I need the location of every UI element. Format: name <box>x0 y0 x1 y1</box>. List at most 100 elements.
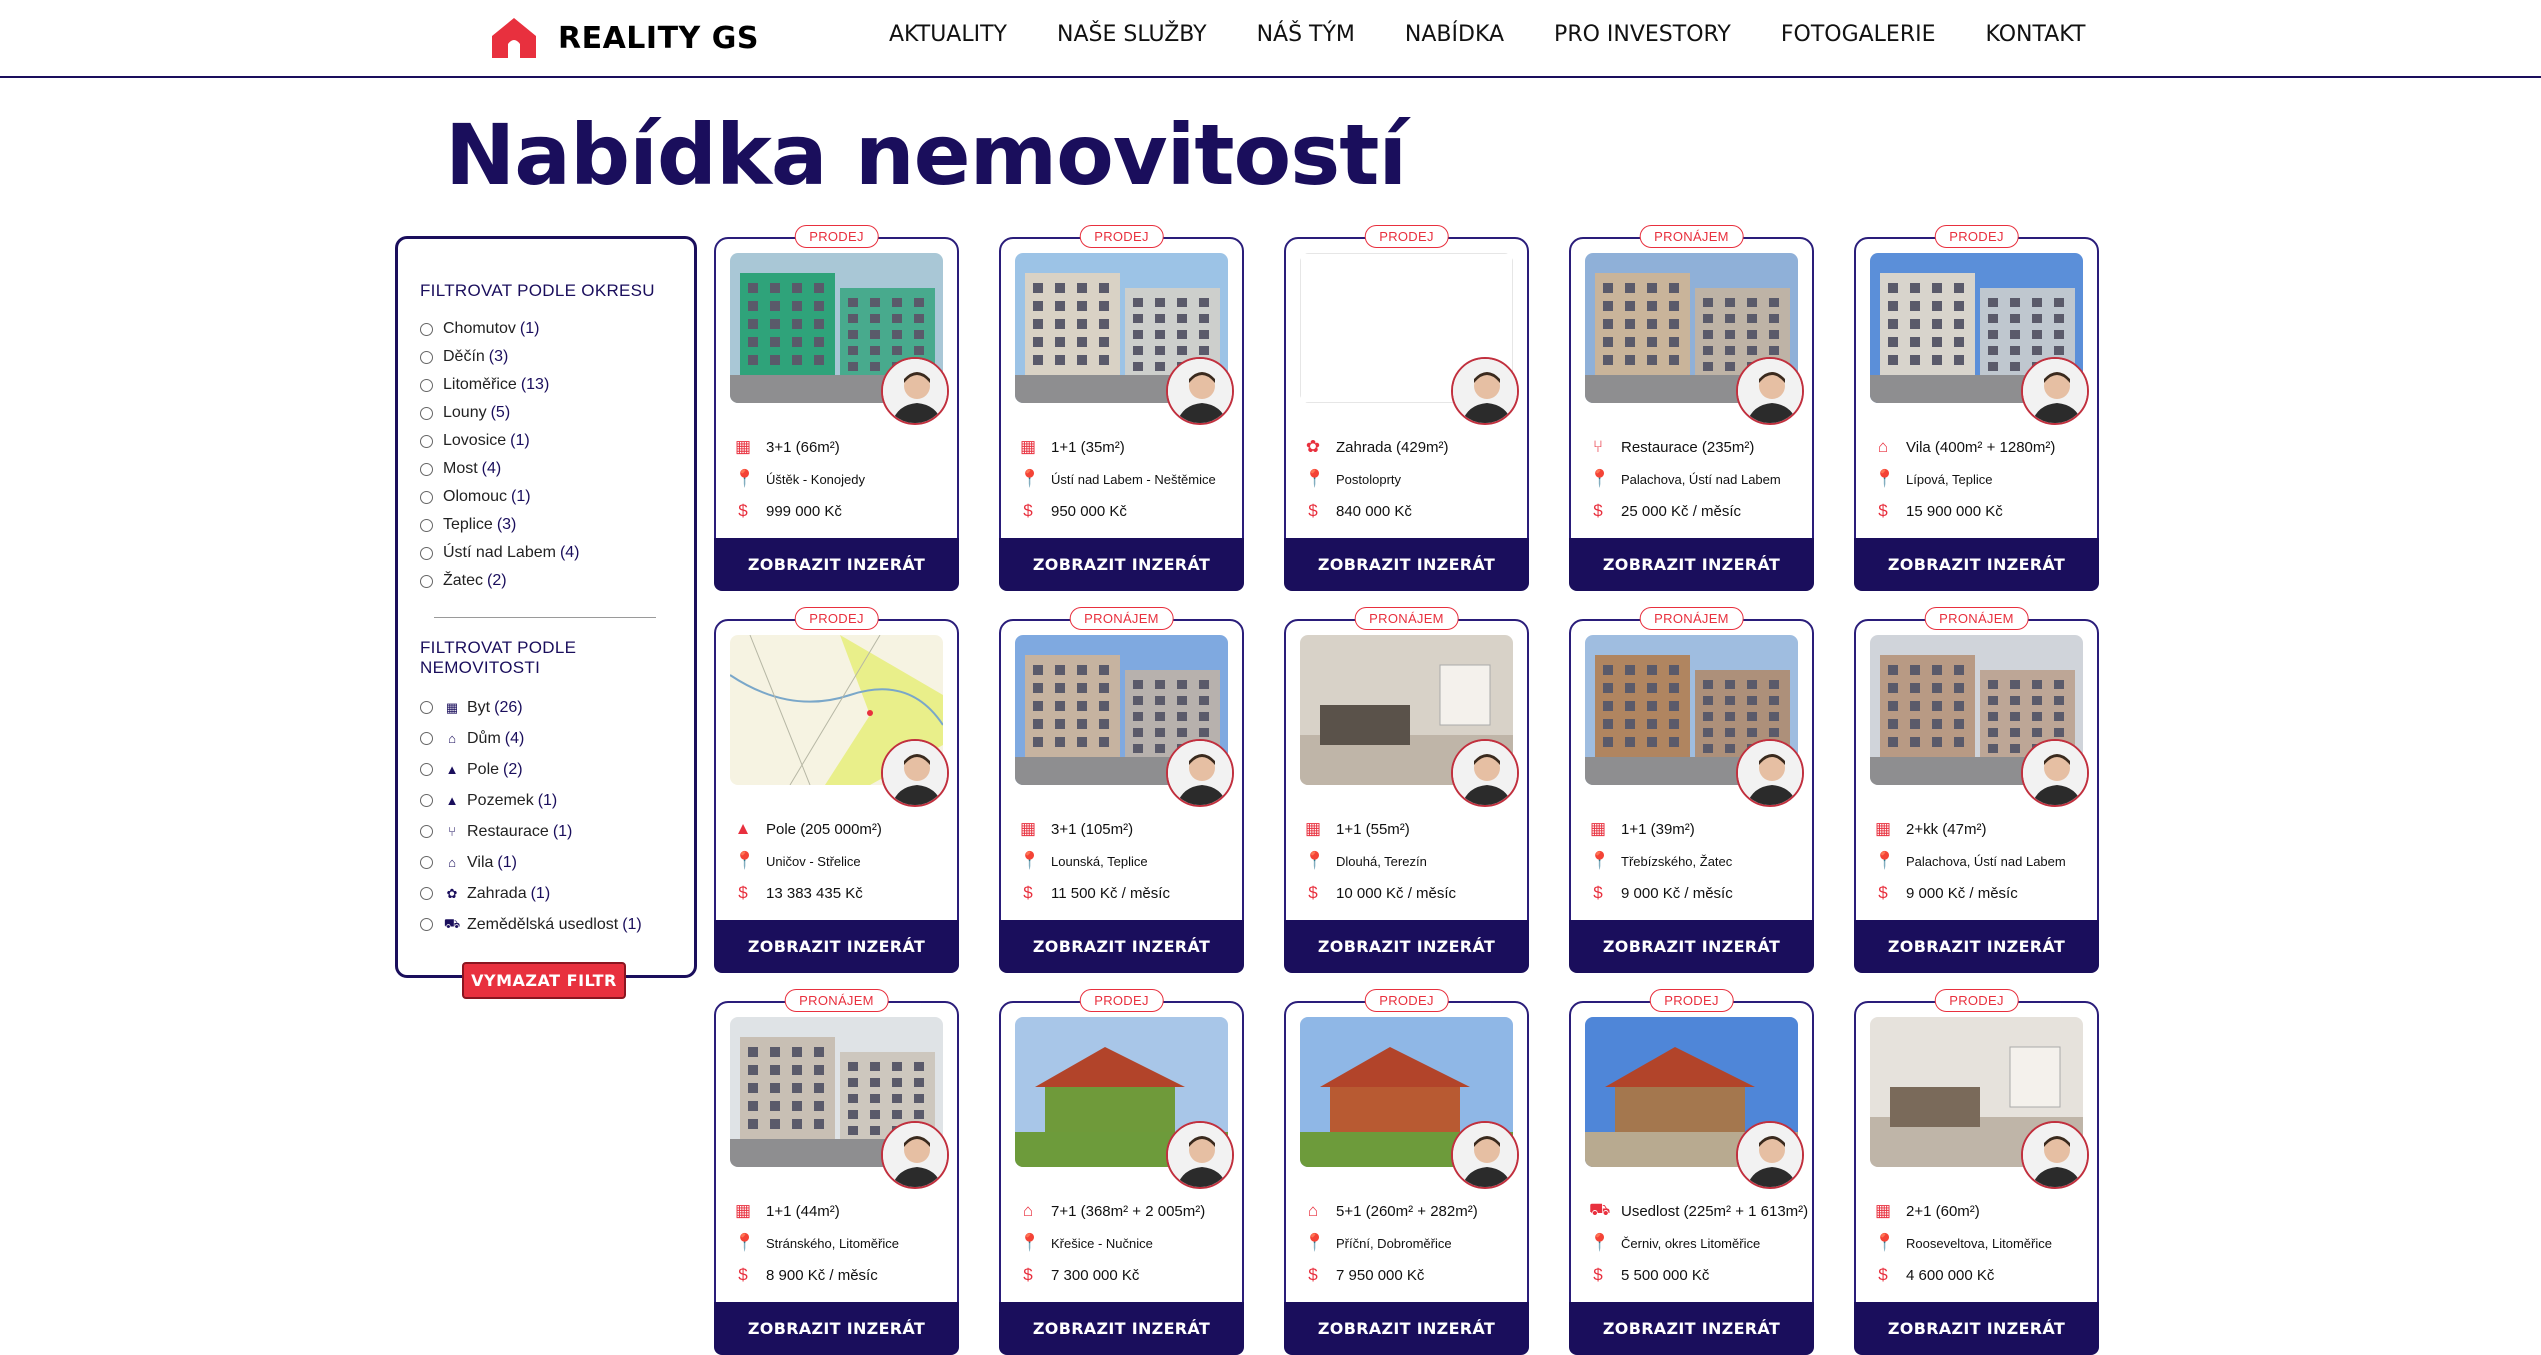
type-filter-option[interactable]: ⌂ Dům (4) <box>420 723 694 754</box>
radio-button[interactable] <box>420 462 433 476</box>
listing-card[interactable]: PRODEJ ⌂ 5+1 (260m² + 282m²) 📍 Příční, Dobro… <box>1284 989 1529 1355</box>
radio-button[interactable] <box>420 322 433 336</box>
show-listing-button[interactable]: ZOBRAZIT INZERÁT <box>999 920 1244 973</box>
show-listing-button[interactable]: ZOBRAZIT INZERÁT <box>999 538 1244 591</box>
agent-avatar <box>2021 1121 2089 1189</box>
district-filter-option[interactable]: Teplice (3) <box>420 511 694 539</box>
agent-avatar <box>881 739 949 807</box>
listing-info: ▦ 3+1 (66m²) 📍 Úštěk - Konojedy $999 000 Kč <box>734 431 947 527</box>
radio-button[interactable] <box>420 378 433 392</box>
show-listing-button[interactable]: ZOBRAZIT INZERÁT <box>714 1302 959 1355</box>
district-filter-option[interactable]: Most (4) <box>420 455 694 483</box>
district-filter-option[interactable]: Louny (5) <box>420 399 694 427</box>
type-filter-option[interactable]: ▲ Pozemek (1) <box>420 785 694 816</box>
listing-card[interactable]: PRONÁJEM ▦ 3+1 (105m²) 📍 Lounská, Teplice $11… <box>999 607 1244 973</box>
listing-card[interactable]: PRODEJ ▦ 3+1 (66m²) 📍 Úštěk - Konojedy $999 0… <box>714 225 959 591</box>
agent-avatar <box>881 1121 949 1189</box>
radio-button[interactable] <box>420 918 433 931</box>
district-filter-option[interactable]: Děčín (3) <box>420 343 694 371</box>
type-filter-option[interactable]: ▦ Byt (26) <box>420 692 694 723</box>
radio-button[interactable] <box>420 490 433 504</box>
radio-button[interactable] <box>420 856 433 869</box>
listing-info: ▦ 1+1 (35m²) 📍 Ústí nad Labem - Neštěmice $9… <box>1019 431 1232 527</box>
nav-link-aktuality[interactable]: AKTUALITY <box>889 22 1007 47</box>
nav-link-naše-služby[interactable]: NAŠE SLUŽBY <box>1057 22 1207 47</box>
nav-link-pro-investory[interactable]: PRO INVESTORY <box>1554 22 1731 47</box>
listing-location-row: 📍 Rooseveltova, Litoměřice <box>1874 1227 2087 1259</box>
dollar-icon: $ <box>1023 1265 1033 1284</box>
show-listing-button[interactable]: ZOBRAZIT INZERÁT <box>714 538 959 591</box>
logo[interactable]: REALITY GS <box>490 16 759 60</box>
listing-card[interactable]: PRODEJ ▦ 1+1 (35m²) 📍 Ústí nad Labem - Neště… <box>999 225 1244 591</box>
type-filter-option[interactable]: ▲ Pole (2) <box>420 754 694 785</box>
filter-count: (13) <box>520 376 550 393</box>
listing-card[interactable]: PRODEJ ⌂ 7+1 (368m² + 2 005m²) 📍 Křešice - N… <box>999 989 1244 1355</box>
radio-button[interactable] <box>420 701 433 714</box>
show-listing-button[interactable]: ZOBRAZIT INZERÁT <box>1569 920 1814 973</box>
radio-button[interactable] <box>420 574 433 588</box>
show-listing-button[interactable]: ZOBRAZIT INZERÁT <box>999 1302 1244 1355</box>
district-filter-option[interactable]: Litoměřice (13) <box>420 371 694 399</box>
show-listing-button[interactable]: ZOBRAZIT INZERÁT <box>1569 538 1814 591</box>
district-filter-option[interactable]: Ústí nad Labem (4) <box>420 539 694 567</box>
filter-sidebar: FILTROVAT PODLE OKRESU Chomutov (1) Děčín(… <box>395 236 697 999</box>
type-filter-option[interactable]: ⛟ Zemědělská usedlost (1) <box>420 909 694 940</box>
radio-button[interactable] <box>420 763 433 776</box>
listing-title: 3+1 (105m²) <box>1051 820 1134 838</box>
filter-label: Lovosice <box>443 432 507 449</box>
radio-button[interactable] <box>420 406 433 420</box>
radio-button[interactable] <box>420 825 433 838</box>
listing-card[interactable]: PRODEJ ✿ Zahrada (429m²) 📍 Postoloprty $840 0… <box>1284 225 1529 591</box>
listing-info: ⛟ Usedlost (225m² + 1 613m²) 📍 Černiv, okre… <box>1589 1195 1808 1291</box>
show-listing-button[interactable]: ZOBRAZIT INZERÁT <box>714 920 959 973</box>
radio-button[interactable] <box>420 350 433 364</box>
listing-type-badge: PRODEJ <box>1079 989 1164 1012</box>
pin-icon: 📍 <box>1019 1233 1041 1252</box>
listing-title: Usedlost (225m² + 1 613m²) <box>1621 1202 1809 1220</box>
show-listing-button[interactable]: ZOBRAZIT INZERÁT <box>1569 1302 1814 1355</box>
listing-card[interactable]: PRONÁJEM ▦ 1+1 (39m²) 📍 Třebízského, Žatec $9… <box>1569 607 1814 973</box>
district-filter-option[interactable]: Chomutov (1) <box>420 315 694 343</box>
listing-card[interactable]: PRONÁJEM ▦ 2+kk (47m²) 📍 Palachova, Ústí nad… <box>1854 607 2099 973</box>
district-filter-option[interactable]: Lovosice (1) <box>420 427 694 455</box>
filter-count: (5) <box>490 404 511 421</box>
nav-link-náš-tým[interactable]: NÁŠ TÝM <box>1257 22 1355 47</box>
type-filter-option[interactable]: ⌂ Vila (1) <box>420 847 694 878</box>
filter-count: (4) <box>504 729 525 747</box>
nav-link-kontakt[interactable]: KONTAKT <box>1986 22 2086 47</box>
listing-card[interactable]: PRODEJ ▦ 2+1 (60m²) 📍 Rooseveltova, Litoměři… <box>1854 989 2099 1355</box>
field-icon: ▲ <box>734 819 752 838</box>
show-listing-button[interactable]: ZOBRAZIT INZERÁT <box>1854 1302 2099 1355</box>
listing-card[interactable]: PRONÁJEM ⑂ Restaurace (235m²) 📍 Palachova, Ú… <box>1569 225 1814 591</box>
radio-button[interactable] <box>420 794 433 807</box>
filter-count: (2) <box>487 572 507 589</box>
radio-button[interactable] <box>420 732 433 745</box>
listing-location-row: 📍 Příční, Dobroměřice <box>1304 1227 1517 1259</box>
nav-link-fotogalerie[interactable]: FOTOGALERIE <box>1781 22 1936 47</box>
clear-filter-button[interactable]: VYMAZAT FILTR <box>462 962 626 999</box>
listing-card[interactable]: PRONÁJEM ▦ 1+1 (55m²) 📍 Dlouhá, Terezín $10 0… <box>1284 607 1529 973</box>
listing-title: 1+1 (39m²) <box>1621 820 1695 838</box>
radio-button[interactable] <box>420 518 433 532</box>
radio-button[interactable] <box>420 887 433 900</box>
show-listing-button[interactable]: ZOBRAZIT INZERÁT <box>1854 538 2099 591</box>
listing-card[interactable]: PRODEJ ⛟ Usedlost (225m² + 1 613m²) 📍 Černiv… <box>1569 989 1814 1355</box>
listing-card[interactable]: PRODEJ ▲ Pole (205 000m²) 📍 Uničov - Střelic… <box>714 607 959 973</box>
type-filter-option[interactable]: ✿ Zahrada (1) <box>420 878 694 909</box>
nav-link-nabídka[interactable]: NABÍDKA <box>1405 22 1504 47</box>
filter-label: Pozemek <box>467 791 534 809</box>
house-icon: ⌂ <box>448 731 456 746</box>
listing-card[interactable]: PRONÁJEM ▦ 1+1 (44m²) 📍 Stránského, Litoměři… <box>714 989 959 1355</box>
listing-card[interactable]: PRODEJ ⌂ Vila (400m² + 1280m²) 📍 Lípová, Tep… <box>1854 225 2099 591</box>
pin-icon: 📍 <box>1589 1233 1611 1252</box>
district-filter-option[interactable]: Žatec (2) <box>420 567 694 595</box>
show-listing-button[interactable]: ZOBRAZIT INZERÁT <box>1284 538 1529 591</box>
show-listing-button[interactable]: ZOBRAZIT INZERÁT <box>1284 1302 1529 1355</box>
show-listing-button[interactable]: ZOBRAZIT INZERÁT <box>1284 920 1529 973</box>
show-listing-button[interactable]: ZOBRAZIT INZERÁT <box>1854 920 2099 973</box>
radio-button[interactable] <box>420 546 433 560</box>
district-filter-option[interactable]: Olomouc (1) <box>420 483 694 511</box>
building-icon: ▦ <box>1019 819 1037 838</box>
radio-button[interactable] <box>420 434 433 448</box>
type-filter-option[interactable]: ⑂ Restaurace (1) <box>420 816 694 847</box>
